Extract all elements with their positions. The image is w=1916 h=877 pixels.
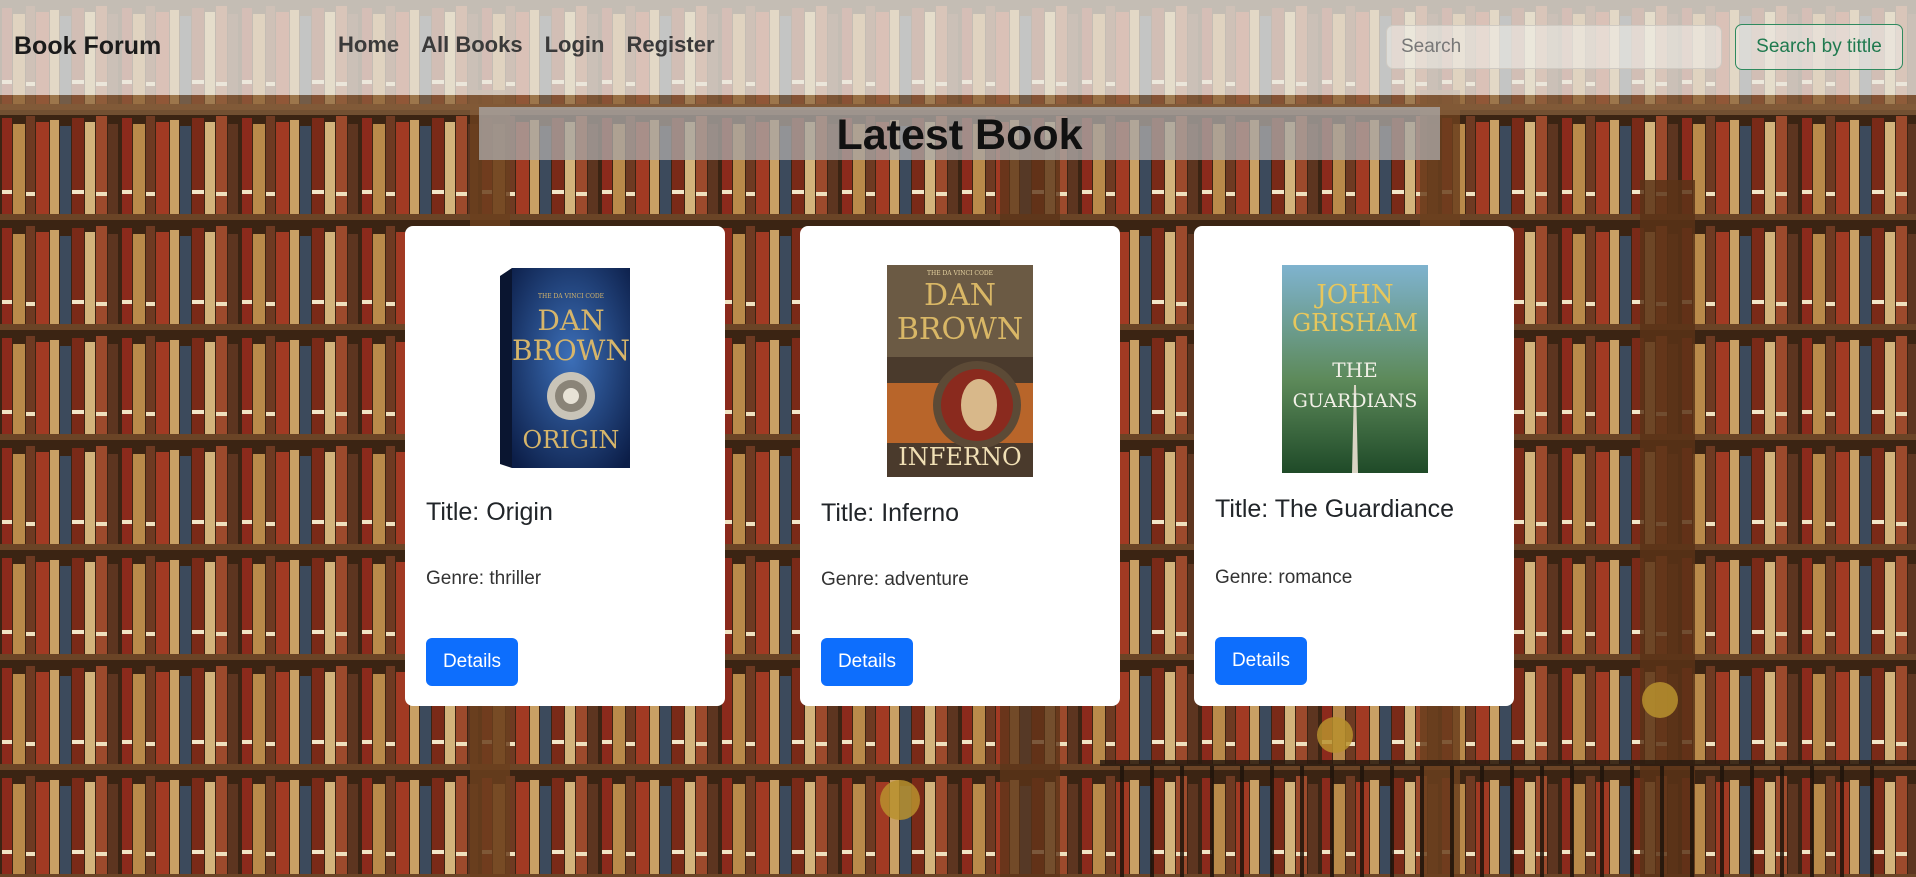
latest-book-heading-band: Latest Book (479, 107, 1440, 160)
svg-text:THE DA VINCI CODE: THE DA VINCI CODE (538, 293, 604, 300)
book-title: Title: Inferno (821, 499, 960, 527)
details-button[interactable]: Details (821, 638, 913, 686)
book-title: Title: Origin (426, 498, 553, 526)
top-navbar: Book Forum Home All Books Login Register… (0, 0, 1916, 95)
book-card: THE DA VINCI CODE DAN BROWN INFERNO Titl… (800, 226, 1120, 706)
book-cover-inferno: THE DA VINCI CODE DAN BROWN INFERNO (887, 265, 1033, 477)
book-card: JOHN GRISHAM THE GUARDIANS Title: The Gu… (1194, 226, 1514, 706)
nav-link-all-books[interactable]: All Books (421, 32, 522, 58)
nav-links: Home All Books Login Register (338, 32, 715, 58)
book-genre: Genre: thriller (426, 568, 542, 589)
book-cover-the-guardians: JOHN GRISHAM THE GUARDIANS (1282, 265, 1428, 473)
svg-text:THE: THE (1332, 358, 1377, 382)
nav-link-register[interactable]: Register (626, 32, 714, 58)
search-input[interactable] (1386, 25, 1722, 69)
brand-logo[interactable]: Book Forum (14, 32, 161, 61)
book-card: THE DA VINCI CODE DAN BROWN ORIGIN Title… (405, 226, 725, 706)
svg-text:BROWN: BROWN (897, 312, 1023, 347)
details-button[interactable]: Details (1215, 637, 1307, 685)
book-genre: Genre: adventure (821, 569, 969, 590)
svg-text:GUARDIANS: GUARDIANS (1293, 390, 1418, 412)
book-title: Title: The Guardiance (1215, 495, 1455, 523)
svg-text:DAN: DAN (924, 278, 996, 313)
book-cover-origin: THE DA VINCI CODE DAN BROWN ORIGIN (500, 268, 630, 468)
svg-text:THE DA VINCI CODE: THE DA VINCI CODE (927, 270, 993, 277)
svg-text:GRISHAM: GRISHAM (1292, 309, 1418, 337)
svg-text:ORIGIN: ORIGIN (523, 426, 620, 454)
details-button[interactable]: Details (426, 638, 518, 686)
svg-text:BROWN: BROWN (512, 334, 630, 367)
page-title: Latest Book (836, 111, 1083, 159)
svg-text:JOHN: JOHN (1313, 280, 1393, 310)
svg-text:DAN: DAN (537, 304, 604, 337)
book-genre: Genre: romance (1215, 567, 1353, 588)
svg-text:INFERNO: INFERNO (898, 443, 1021, 471)
search-by-title-button[interactable]: Search by tittle (1735, 24, 1903, 70)
nav-link-home[interactable]: Home (338, 32, 399, 58)
nav-link-login[interactable]: Login (545, 32, 605, 58)
